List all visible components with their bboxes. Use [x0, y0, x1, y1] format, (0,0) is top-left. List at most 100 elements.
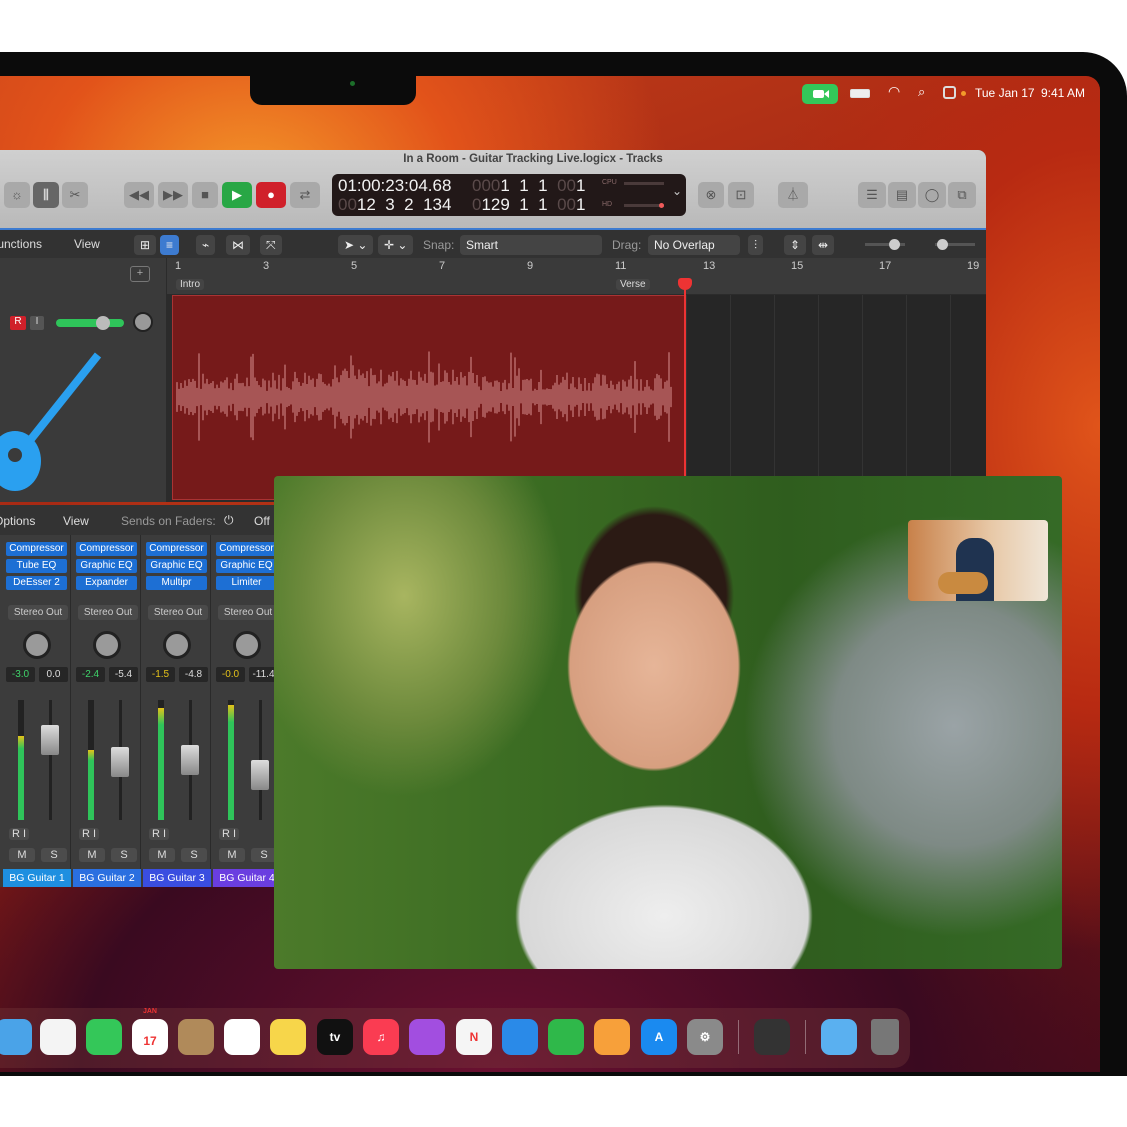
dock-notes-icon[interactable] [270, 1019, 306, 1055]
snap-select[interactable]: Smart [460, 235, 602, 255]
solo-button[interactable]: S [41, 848, 67, 862]
record-input-buttons[interactable]: R I [149, 828, 170, 840]
playhead[interactable] [678, 278, 692, 500]
metronome-icon[interactable]: ⏃ [778, 182, 808, 208]
timeline-ruler[interactable]: 1 3 5 7 9 11 13 15 17 19 [167, 258, 986, 294]
view-menu[interactable]: View [74, 237, 100, 251]
secondary-tool[interactable]: ✛ ⌄ [378, 235, 414, 255]
menubar-time[interactable]: 9:41 AM [1041, 86, 1085, 100]
battery-icon[interactable] [850, 89, 870, 98]
pan-knob[interactable] [23, 631, 51, 659]
rewind-button[interactable]: ◀◀ [124, 182, 154, 208]
plugin-slot[interactable]: Expander [76, 576, 137, 590]
add-track-button[interactable]: + [130, 266, 150, 282]
solo-button[interactable]: S [251, 848, 275, 862]
dock-photos-icon[interactable] [40, 1019, 76, 1055]
plugin-slot[interactable]: Multipr [146, 576, 207, 590]
power-icon[interactable]: ⏻ [224, 513, 234, 528]
vertical-zoom-slider[interactable] [865, 239, 905, 250]
plugin-slot[interactable]: Compressor [216, 542, 275, 556]
flex-icon[interactable]: ⋈ [226, 235, 250, 255]
horizontal-zoom-slider[interactable] [935, 239, 975, 250]
notepad-icon[interactable]: ▤ [888, 182, 916, 208]
marker-intro[interactable]: Intro [176, 279, 205, 290]
pan-knob[interactable] [233, 631, 261, 659]
plugin-slot[interactable]: DeEsser 2 [6, 576, 67, 590]
dock-podcasts-icon[interactable] [409, 1019, 445, 1055]
volume-fader[interactable] [181, 700, 199, 820]
scissors-icon[interactable]: ✂ [62, 182, 88, 208]
grid-view-icon[interactable]: ⊞ [134, 235, 157, 255]
browser-icon[interactable]: ⧉ [948, 182, 976, 208]
solo-button[interactable]: S [181, 848, 207, 862]
wifi-icon[interactable]: ◠ [888, 83, 900, 100]
dock-logic-pro-icon[interactable] [754, 1019, 790, 1055]
record-input-buttons[interactable]: R I [79, 828, 100, 840]
facetime-video-window[interactable] [274, 476, 1062, 969]
dock-reminders-icon[interactable] [224, 1019, 260, 1055]
dock-facetime-icon[interactable] [86, 1019, 122, 1055]
smart-controls-icon[interactable]: ☼ [4, 182, 30, 208]
audio-region[interactable] [172, 295, 685, 500]
record-input-buttons[interactable]: R I [219, 828, 240, 840]
fader-cap[interactable] [41, 725, 59, 755]
fader-cap[interactable] [251, 760, 269, 790]
pointer-tool[interactable]: ➤ ⌄ [338, 235, 374, 255]
channel-name[interactable]: BG Guitar 2 [73, 869, 141, 887]
solo-button[interactable]: S [111, 848, 137, 862]
vertical-zoom-icon[interactable]: ⇕ [784, 235, 807, 255]
dock-keynote-icon[interactable] [502, 1019, 538, 1055]
options-menu[interactable]: Options [0, 514, 35, 528]
dock-numbers-icon[interactable] [548, 1019, 584, 1055]
plugin-slot[interactable]: Graphic EQ [216, 559, 275, 573]
automation-icon[interactable]: ⌁ [196, 235, 216, 255]
channel-name[interactable]: BG Guitar 1 [3, 869, 71, 887]
plugin-slot[interactable]: Compressor [6, 542, 67, 556]
volume-slider[interactable] [56, 316, 124, 330]
dock-music-icon[interactable]: ♫ [363, 1019, 399, 1055]
tuner-icon[interactable]: ⊗ [698, 182, 724, 208]
output-slot[interactable]: Stereo Out [8, 605, 68, 620]
plugin-slot[interactable]: Limiter [216, 576, 275, 590]
mixer-icon[interactable]: ⫼ [33, 182, 59, 208]
forward-button[interactable]: ▶▶ [158, 182, 188, 208]
control-center-icon[interactable] [943, 86, 956, 99]
dock-apple-tv-icon[interactable]: tv [317, 1019, 353, 1055]
chevron-down-icon[interactable]: ⌄ [672, 184, 682, 198]
drag-select[interactable]: No Overlap [648, 235, 740, 255]
plugin-slot[interactable]: Graphic EQ [76, 559, 137, 573]
plugin-slot[interactable]: Compressor [146, 542, 207, 556]
track-area-empty[interactable] [686, 295, 986, 500]
mute-button[interactable]: M [219, 848, 245, 862]
list-view-icon[interactable]: ≡ [160, 235, 180, 255]
record-input-buttons[interactable]: R I [9, 828, 30, 840]
fader-cap[interactable] [111, 747, 129, 777]
catch-icon[interactable]: ⤧ [260, 235, 282, 255]
mute-button[interactable]: M [149, 848, 175, 862]
record-button[interactable]: ● [256, 182, 286, 208]
mute-button[interactable]: M [79, 848, 105, 862]
list-editors-icon[interactable]: ☰ [858, 182, 886, 208]
dock-pages-icon[interactable] [594, 1019, 630, 1055]
self-view-pip[interactable] [908, 520, 1048, 601]
output-slot[interactable]: Stereo Out [218, 605, 275, 620]
dock-trash-icon[interactable] [871, 1019, 899, 1055]
output-slot[interactable]: Stereo Out [148, 605, 208, 620]
channel-name[interactable]: BG Guitar 3 [143, 869, 211, 887]
horizontal-fit-icon[interactable]: ⇹ [812, 235, 835, 255]
fader-cap[interactable] [181, 745, 199, 775]
pan-knob[interactable] [133, 312, 153, 332]
play-button[interactable]: ▶ [222, 182, 252, 208]
loop-browser-icon[interactable]: ◯ [918, 182, 946, 208]
cycle-button[interactable]: ⇄ [290, 182, 320, 208]
sends-toggle[interactable]: Off [254, 514, 270, 528]
record-enable-button[interactable]: R [10, 316, 26, 330]
functions-menu[interactable]: Functions [0, 237, 42, 251]
input-monitor-button[interactable]: I [30, 316, 44, 330]
facetime-video-icon[interactable] [802, 84, 838, 104]
plugin-slot[interactable]: Tube EQ [6, 559, 67, 573]
dock-contacts-icon[interactable] [178, 1019, 214, 1055]
stop-button[interactable]: ■ [192, 182, 218, 208]
menubar-date[interactable]: Tue Jan 17 [975, 86, 1035, 100]
volume-fader[interactable] [111, 700, 129, 820]
